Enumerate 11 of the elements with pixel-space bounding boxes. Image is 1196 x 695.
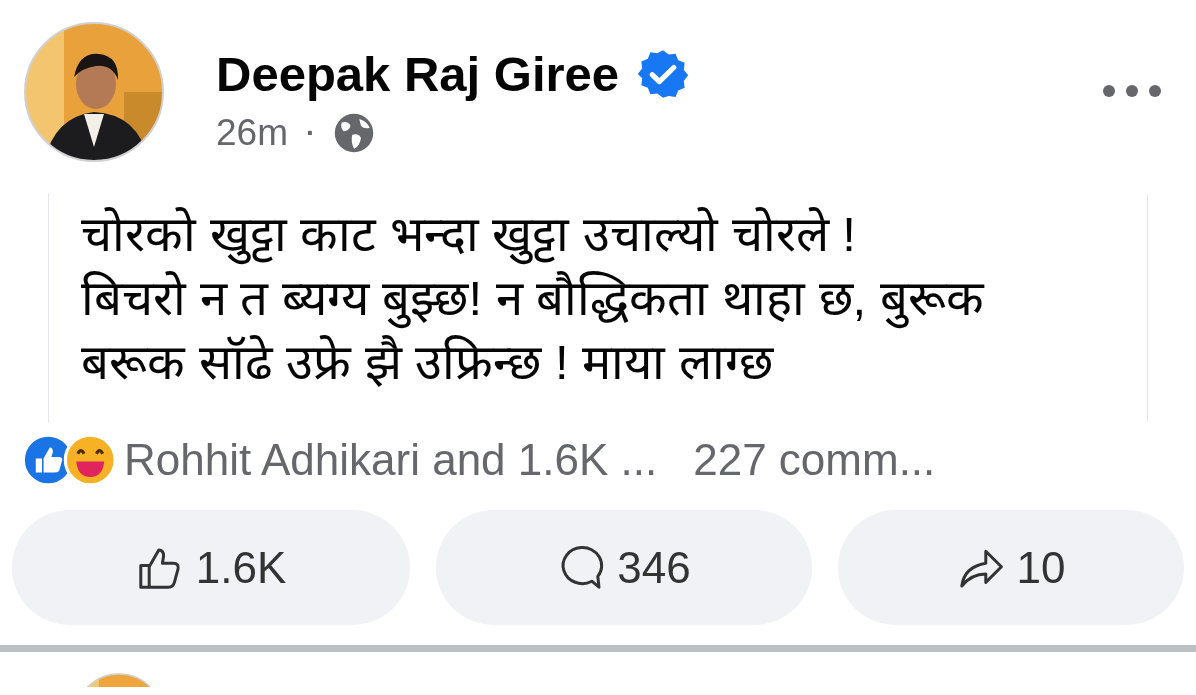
like-button[interactable]: 1.6K — [12, 510, 410, 625]
post-text: चोरको खुट्टा काट भन्दा खुट्टा उचाल्यो चोरले ! बिचरो न त ब्यग्य बुझ्छ! न बौद्धिकता थाहा छ, बुरूक बरूक सॉढे उफ्रे झै उफ्रिन्छ ! माया लाग्छ — [81, 206, 986, 391]
globe-icon[interactable] — [333, 112, 376, 154]
more-icon — [1102, 84, 1162, 98]
post-time[interactable]: 26m — [216, 112, 288, 154]
comments-count[interactable]: 227 comm... — [693, 435, 936, 485]
reactions-summary[interactable]: Rohhit Adhikari and 1.6K ... — [124, 435, 658, 485]
author-name[interactable]: Deepak Raj Giree — [216, 46, 620, 102]
share-button[interactable]: 10 — [838, 510, 1184, 625]
comment-button[interactable]: 346 — [436, 510, 812, 625]
separator-dot: · — [306, 117, 316, 149]
